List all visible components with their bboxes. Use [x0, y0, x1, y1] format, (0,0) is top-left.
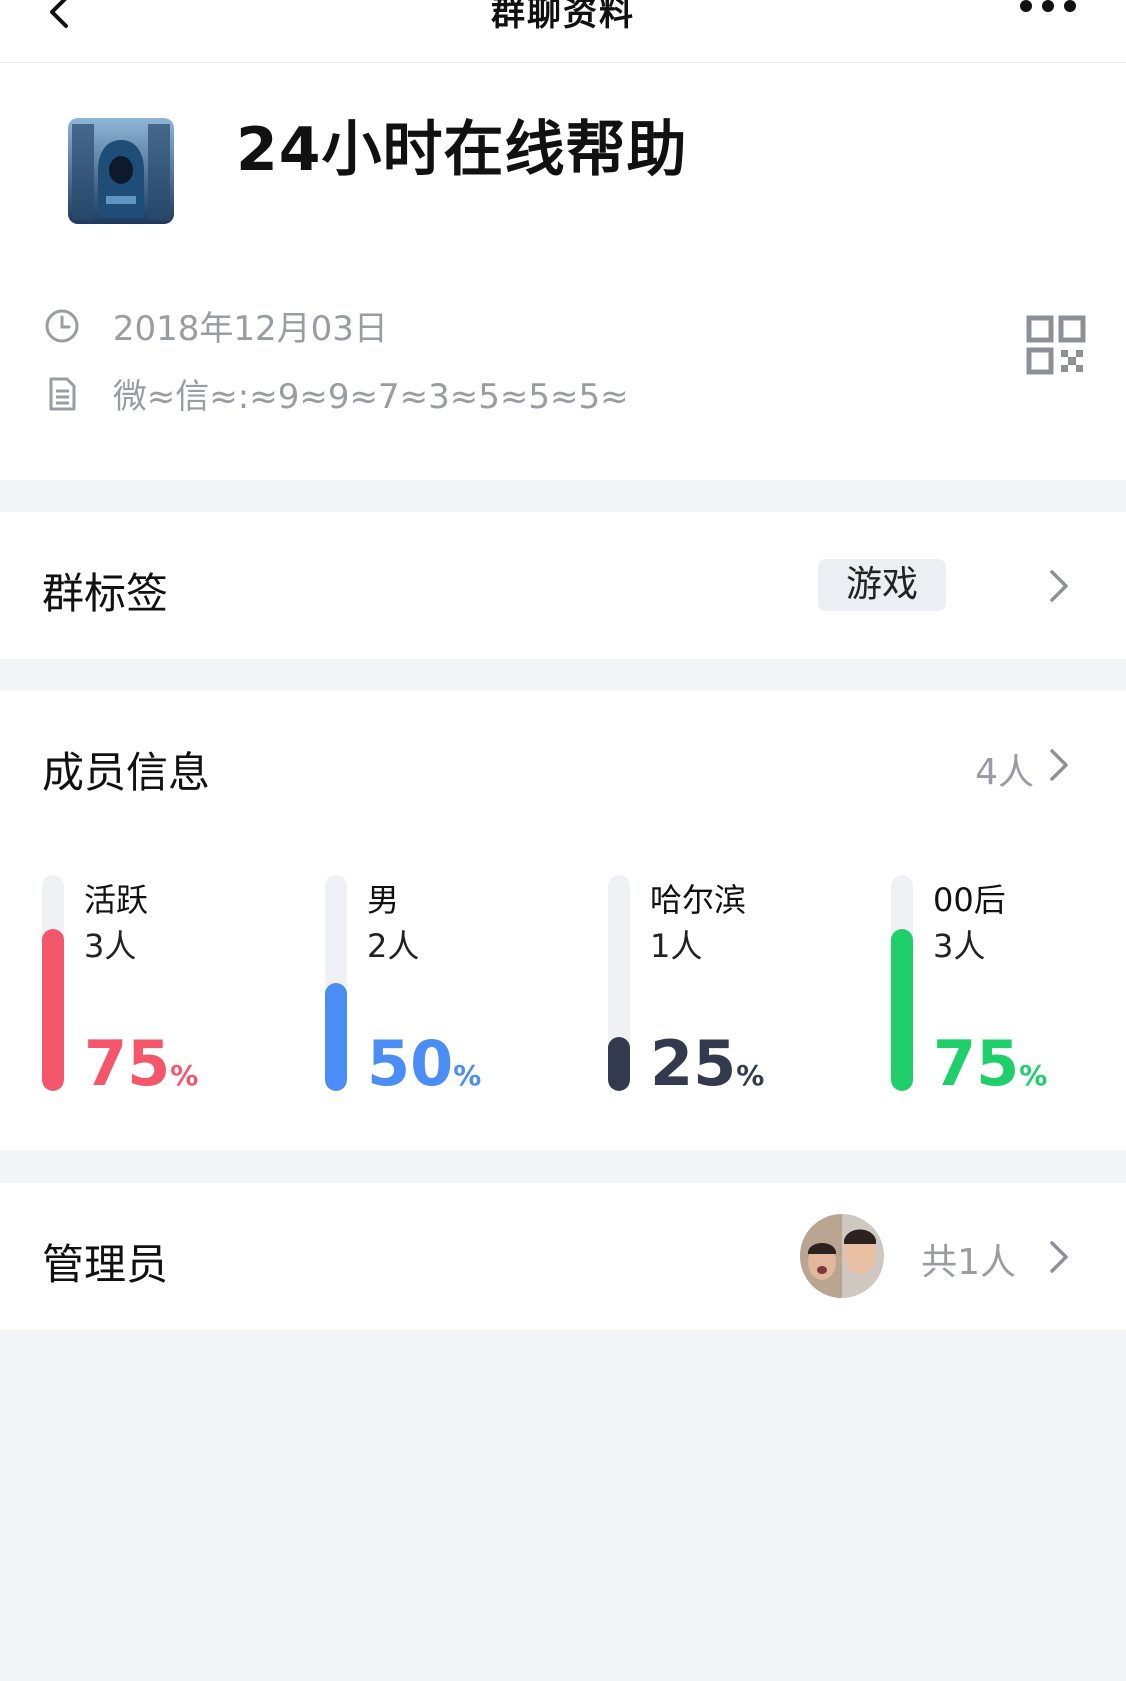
stat-count: 1人: [650, 927, 703, 965]
stat-percent-sign: %: [453, 1059, 482, 1092]
stat-percent: 75%: [84, 1033, 198, 1107]
member-stat: 00后 3人 75%: [891, 875, 1126, 1095]
stat-count: 2人: [367, 927, 420, 965]
stat-bar-fill: [891, 929, 913, 1091]
stat-count: 3人: [84, 927, 137, 965]
tag-badge: 游戏: [818, 559, 946, 611]
page-title: 群聊资料: [491, 0, 635, 34]
stat-label: 男: [367, 881, 400, 919]
stat-bar-track: [608, 875, 630, 1091]
admins-label: 管理员: [42, 1240, 169, 1289]
stat-percent-sign: %: [170, 1059, 199, 1092]
stat-bar-track: [325, 875, 347, 1091]
stat-label: 哈尔滨: [650, 881, 747, 919]
chevron-right-icon[interactable]: [1046, 745, 1072, 785]
created-date-row: 2018年12月03日: [42, 301, 388, 350]
member-count[interactable]: 4人: [975, 743, 1034, 795]
more-dots-icon[interactable]: [1018, 0, 1078, 18]
nav-bar: 群聊资料: [0, 0, 1126, 63]
stat-percent: 75%: [933, 1033, 1047, 1107]
stat-label: 00后: [933, 881, 1006, 919]
stat-percent-sign: %: [1019, 1059, 1048, 1092]
group-tags-label: 群标签: [42, 569, 169, 618]
group-avatar[interactable]: [68, 118, 174, 224]
stat-label: 活跃: [84, 881, 149, 919]
stat-bar-track: [42, 875, 64, 1091]
admin-count: 共1人: [921, 1242, 1016, 1283]
member-stat: 哈尔滨 1人 25%: [608, 875, 858, 1095]
qr-code-icon[interactable]: [1026, 315, 1086, 375]
member-info-label[interactable]: 成员信息: [42, 739, 210, 800]
stat-bar-fill: [42, 929, 64, 1091]
stat-percent-value: 25: [650, 1027, 737, 1100]
group-tags-row[interactable]: 群标签 游戏: [0, 512, 1126, 659]
stat-bar-fill: [608, 1037, 630, 1091]
created-date: 2018年12月03日: [112, 309, 388, 349]
stat-percent-value: 75: [933, 1027, 1020, 1100]
admins-row[interactable]: 管理员 共1人: [0, 1183, 1126, 1330]
description-row: 微≈信≈:≈9≈9≈7≈3≈5≈5≈5≈: [42, 369, 629, 418]
admin-avatar: [800, 1214, 884, 1298]
chevron-right-icon: [1050, 570, 1068, 602]
group-header: 24小时在线帮助 2018年12月03日 微≈信≈:≈9≈9≈7≈3≈5≈5≈5…: [0, 63, 1126, 480]
stat-percent: 25%: [650, 1033, 764, 1107]
group-description: 微≈信≈:≈9≈9≈7≈3≈5≈5≈5≈: [112, 377, 629, 417]
stat-count: 3人: [933, 927, 986, 965]
stat-percent-sign: %: [736, 1059, 765, 1092]
document-icon: [49, 377, 76, 410]
group-name: 24小时在线帮助: [236, 115, 688, 185]
stat-percent-value: 75: [84, 1027, 171, 1100]
clock-icon: [45, 309, 79, 342]
chevron-right-icon: [1050, 1241, 1068, 1273]
stat-percent-value: 50: [367, 1027, 454, 1100]
stat-percent: 50%: [367, 1033, 481, 1107]
member-stat: 男 2人 50%: [325, 875, 575, 1095]
stat-bar-track: [891, 875, 913, 1091]
stat-bar-fill: [325, 983, 347, 1091]
member-stat: 活跃 3人 75%: [42, 875, 292, 1095]
